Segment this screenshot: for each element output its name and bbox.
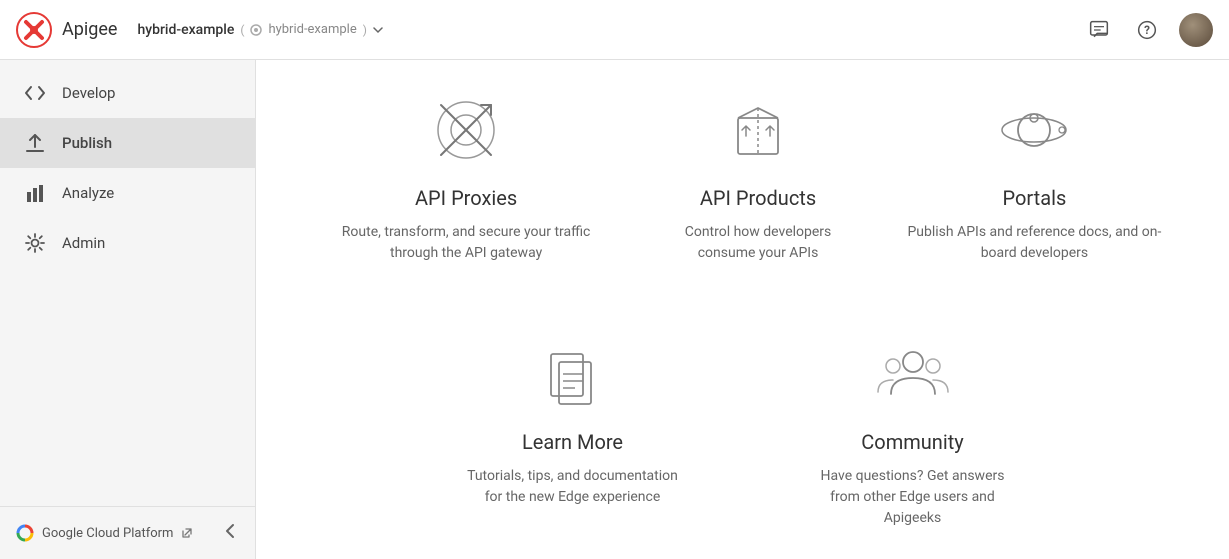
cards-row-2: Learn More Tutorials, tips, and document… bbox=[296, 314, 1189, 549]
sidebar-nav: Develop Publish bbox=[0, 60, 255, 506]
sidebar-collapse-button[interactable] bbox=[221, 519, 239, 547]
publish-icon bbox=[24, 132, 46, 154]
avatar-image bbox=[1179, 13, 1213, 47]
api-products-desc: Control how developers consume your APIs bbox=[660, 222, 856, 264]
community-desc: Have questions? Get answers from other E… bbox=[807, 466, 1019, 529]
sidebar-item-develop-label: Develop bbox=[62, 84, 115, 102]
sidebar-item-develop[interactable]: Develop bbox=[0, 68, 255, 118]
avatar[interactable] bbox=[1179, 13, 1213, 47]
admin-icon bbox=[24, 232, 46, 254]
portals-desc: Publish APIs and reference docs, and on-… bbox=[904, 222, 1165, 264]
sidebar-footer: Google Cloud Platform bbox=[0, 506, 255, 559]
card-api-products[interactable]: API Products Control how developers cons… bbox=[636, 70, 880, 284]
gcp-link[interactable]: Google Cloud Platform bbox=[16, 524, 193, 542]
env-status-icon bbox=[250, 24, 262, 36]
header: Apigee hybrid-example ( hybrid-example ) bbox=[0, 0, 1229, 60]
api-proxies-title: API Proxies bbox=[415, 186, 517, 210]
env-name: hybrid-example bbox=[268, 22, 356, 37]
dropdown-arrow-icon bbox=[373, 27, 383, 33]
main-layout: Develop Publish bbox=[0, 60, 1229, 559]
notifications-button[interactable] bbox=[1083, 14, 1115, 46]
analyze-icon bbox=[24, 182, 46, 204]
sidebar-item-publish-label: Publish bbox=[62, 134, 112, 152]
help-button[interactable]: ? bbox=[1131, 14, 1163, 46]
help-icon: ? bbox=[1137, 20, 1157, 40]
card-community[interactable]: Community Have questions? Get answers fr… bbox=[783, 314, 1043, 549]
sidebar-item-analyze[interactable]: Analyze bbox=[0, 168, 255, 218]
develop-icon bbox=[24, 82, 46, 104]
cards-container: API Proxies Route, transform, and secure… bbox=[256, 60, 1229, 559]
cards-row-1: API Proxies Route, transform, and secure… bbox=[296, 70, 1189, 284]
org-name: hybrid-example bbox=[137, 22, 234, 38]
collapse-icon bbox=[225, 523, 235, 539]
svg-text:?: ? bbox=[1144, 23, 1150, 37]
portals-title: Portals bbox=[1003, 186, 1067, 210]
org-selector[interactable]: hybrid-example ( hybrid-example ) bbox=[137, 22, 382, 38]
apigee-logo-icon bbox=[16, 12, 52, 48]
header-icons: ? bbox=[1083, 13, 1213, 47]
learn-more-desc: Tutorials, tips, and documentation for t… bbox=[467, 466, 679, 508]
chat-icon bbox=[1089, 20, 1109, 40]
external-link-icon bbox=[181, 527, 193, 539]
api-products-title: API Products bbox=[700, 186, 816, 210]
portals-icon bbox=[994, 90, 1074, 170]
api-proxies-desc: Route, transform, and secure your traffi… bbox=[320, 222, 612, 264]
community-icon bbox=[873, 334, 953, 414]
sidebar-item-admin[interactable]: Admin bbox=[0, 218, 255, 268]
content-area: API Proxies Route, transform, and secure… bbox=[256, 60, 1229, 559]
separator: ( bbox=[240, 23, 244, 37]
separator2: ) bbox=[363, 23, 367, 37]
sidebar-item-analyze-label: Analyze bbox=[62, 184, 114, 202]
gcp-label: Google Cloud Platform bbox=[42, 526, 173, 541]
api-products-icon bbox=[718, 90, 798, 170]
community-title: Community bbox=[861, 430, 963, 454]
sidebar-item-admin-label: Admin bbox=[62, 234, 105, 252]
gcp-icon bbox=[16, 524, 34, 542]
learn-more-title: Learn More bbox=[522, 430, 623, 454]
api-proxies-icon bbox=[426, 90, 506, 170]
logo[interactable]: Apigee bbox=[16, 12, 117, 48]
card-learn-more[interactable]: Learn More Tutorials, tips, and document… bbox=[443, 314, 703, 549]
sidebar-item-publish[interactable]: Publish bbox=[0, 118, 255, 168]
app-title: Apigee bbox=[62, 19, 117, 40]
sidebar: Develop Publish bbox=[0, 60, 256, 559]
card-portals[interactable]: Portals Publish APIs and reference docs,… bbox=[880, 70, 1189, 284]
learn-more-icon bbox=[533, 334, 613, 414]
card-api-proxies[interactable]: API Proxies Route, transform, and secure… bbox=[296, 70, 636, 284]
